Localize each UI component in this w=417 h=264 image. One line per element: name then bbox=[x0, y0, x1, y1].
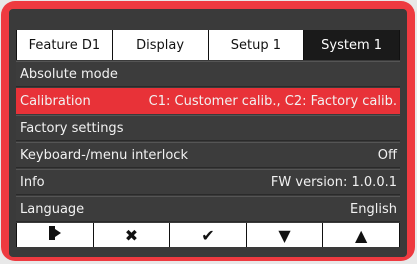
cancel-icon: ✖ bbox=[124, 225, 139, 245]
menu-item-label: Calibration bbox=[20, 93, 91, 109]
device-panel: Feature D1 Display Setup 1 System 1 Abso… bbox=[0, 0, 417, 264]
arrow-down-icon: ▼ bbox=[278, 225, 291, 245]
tab-display[interactable]: Display bbox=[112, 30, 209, 60]
menu-item-label: Keyboard-/menu interlock bbox=[20, 147, 188, 163]
tab-setup-1[interactable]: Setup 1 bbox=[208, 30, 305, 60]
menu-item-keyboard-interlock[interactable]: Keyboard-/menu interlock Off bbox=[16, 142, 400, 168]
tab-bar: Feature D1 Display Setup 1 System 1 bbox=[16, 30, 400, 60]
menu-item-label: Factory settings bbox=[20, 120, 124, 136]
arrow-up-icon: ▲ bbox=[355, 225, 368, 245]
confirm-icon: ✔ bbox=[201, 225, 215, 245]
menu-item-value: C1: Customer calib., C2: Factory calib. bbox=[148, 93, 397, 109]
display-screen: Feature D1 Display Setup 1 System 1 Abso… bbox=[9, 9, 407, 257]
menu-item-label: Absolute mode bbox=[20, 66, 118, 82]
menu-item-calibration[interactable]: Calibration C1: Customer calib., C2: Fac… bbox=[16, 88, 400, 114]
arrow-down-button[interactable]: ▼ bbox=[246, 223, 324, 247]
cancel-button[interactable]: ✖ bbox=[93, 223, 171, 247]
menu-item-value: FW version: 1.0.0.1 bbox=[270, 174, 397, 190]
confirm-button[interactable]: ✔ bbox=[170, 223, 247, 247]
softkey-bar: ✖ ✔ ▼ ▲ bbox=[16, 223, 400, 247]
menu-item-info[interactable]: Info FW version: 1.0.0.1 bbox=[16, 169, 400, 195]
arrow-up-button[interactable]: ▲ bbox=[323, 223, 400, 247]
menu-item-absolute-mode[interactable]: Absolute mode bbox=[16, 61, 400, 87]
exit-icon bbox=[48, 225, 62, 245]
tab-system-1[interactable]: System 1 bbox=[304, 30, 400, 60]
menu-item-value: English bbox=[350, 201, 397, 217]
menu-item-label: Info bbox=[20, 174, 45, 190]
menu-item-label: Language bbox=[20, 201, 85, 217]
exit-button[interactable] bbox=[16, 223, 94, 247]
menu-item-factory-settings[interactable]: Factory settings bbox=[16, 115, 400, 141]
menu-list: Absolute mode Calibration C1: Customer c… bbox=[16, 61, 400, 223]
menu-item-language[interactable]: Language English bbox=[16, 196, 400, 222]
tab-feature-d1[interactable]: Feature D1 bbox=[16, 30, 113, 60]
menu-item-value: Off bbox=[377, 147, 397, 163]
